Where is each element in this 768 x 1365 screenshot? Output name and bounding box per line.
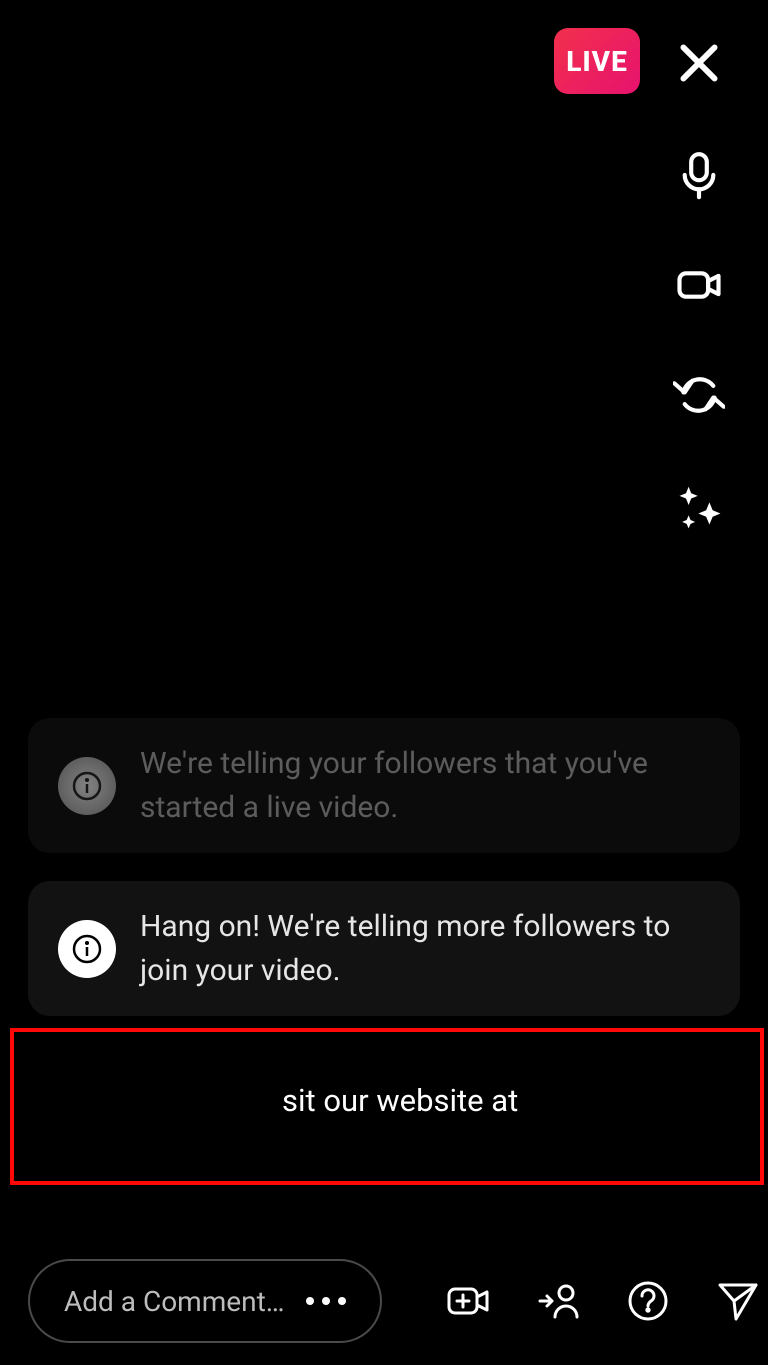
send-button[interactable] xyxy=(712,1275,764,1327)
redacted-user-block xyxy=(28,1054,276,1154)
invite-person-icon xyxy=(534,1277,582,1325)
camera-button[interactable] xyxy=(664,250,734,320)
profile-preview-redacted xyxy=(30,22,336,168)
bottom-actions xyxy=(442,1275,764,1327)
sparkle-icon xyxy=(673,479,725,531)
close-icon xyxy=(673,37,725,89)
notice-item: Hang on! We're telling more followers to… xyxy=(28,881,740,1016)
add-video-icon xyxy=(444,1277,492,1325)
notice-item: We're telling your followers that you've… xyxy=(28,718,740,853)
comment-input[interactable]: Add a Comment… xyxy=(28,1259,382,1343)
effects-button[interactable] xyxy=(664,470,734,540)
live-video-screen: LIVE xyxy=(0,0,768,1365)
camera-icon xyxy=(673,259,725,311)
comment-text-partial: sit our website at xyxy=(282,1082,518,1119)
live-badge: LIVE xyxy=(554,28,640,94)
close-button[interactable] xyxy=(664,28,734,98)
microphone-button[interactable] xyxy=(664,140,734,210)
more-options-icon[interactable] xyxy=(306,1297,346,1305)
notice-text: Hang on! We're telling more followers to… xyxy=(140,905,710,992)
help-button[interactable] xyxy=(622,1275,674,1327)
invite-person-button[interactable] xyxy=(532,1275,584,1327)
live-badge-text: LIVE xyxy=(566,45,628,78)
flip-camera-button[interactable] xyxy=(664,360,734,430)
info-icon xyxy=(58,920,116,978)
help-icon xyxy=(624,1277,672,1325)
microphone-icon xyxy=(673,149,725,201)
notice-text: We're telling your followers that you've… xyxy=(140,742,710,829)
send-icon xyxy=(714,1277,762,1325)
add-video-button[interactable] xyxy=(442,1275,494,1327)
comment-placeholder: Add a Comment… xyxy=(64,1285,284,1318)
bottom-bar: Add a Comment… xyxy=(28,1259,740,1343)
flip-camera-icon xyxy=(673,369,725,421)
right-toolbar xyxy=(656,28,742,540)
highlighted-comment-region: sit our website at xyxy=(10,1028,764,1185)
info-icon xyxy=(58,757,116,815)
system-notices: We're telling your followers that you've… xyxy=(28,718,740,1044)
